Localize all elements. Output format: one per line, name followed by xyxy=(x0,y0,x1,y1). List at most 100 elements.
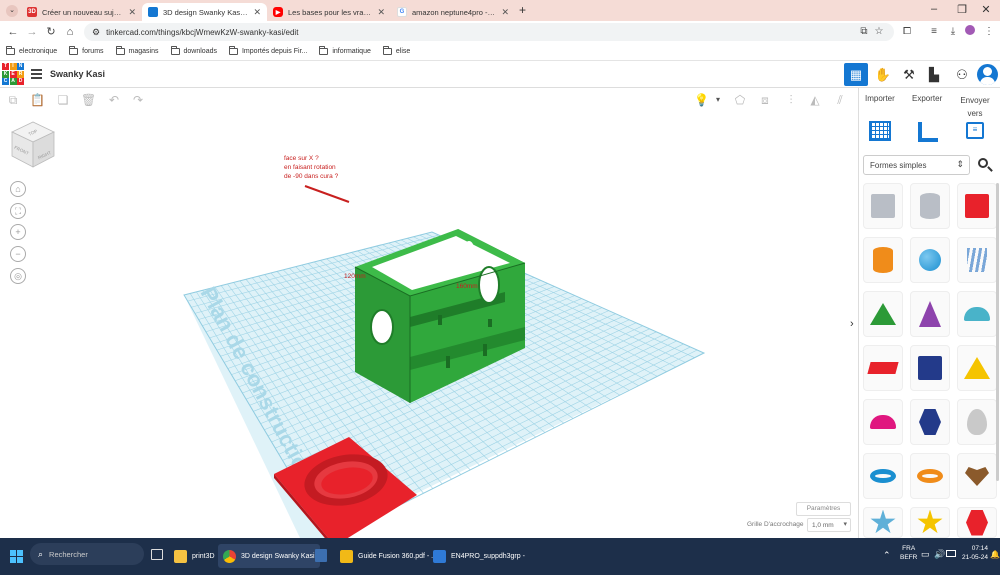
tinkercad-logo[interactable]: TIN KER CAD xyxy=(2,63,24,86)
roof-shape[interactable] xyxy=(863,291,903,337)
language-indicator[interactable]: FRA BEFR xyxy=(900,544,917,562)
workplane-tool-icon[interactable] xyxy=(869,121,891,141)
text-shape[interactable] xyxy=(863,345,903,391)
tab-list-chevron-icon[interactable]: ⌄ xyxy=(6,5,18,17)
browser-tab-forum[interactable]: 3D Créer un nouveau sujet - Forum ✕ xyxy=(21,3,142,21)
copy-icon[interactable]: ⧉ xyxy=(6,93,20,107)
media-icon[interactable]: ≡ xyxy=(927,25,941,39)
new-tab-icon[interactable]: + xyxy=(519,3,526,17)
icosahedron-shape[interactable] xyxy=(957,507,997,538)
taskbar-search-box[interactable]: ⌕ Rechercher xyxy=(30,543,144,565)
search-icon[interactable] xyxy=(976,156,994,174)
align-icon[interactable]: ⫶ xyxy=(784,93,798,107)
import-button[interactable]: Importer xyxy=(865,94,895,103)
show-hidden-icons-chevron-icon[interactable]: ⌃ xyxy=(883,550,891,561)
fit-view-icon[interactable]: ⛶ xyxy=(10,203,26,219)
heart-shape[interactable] xyxy=(957,453,997,499)
polygon-shape[interactable] xyxy=(910,399,950,445)
snap-grid-select[interactable]: 1,0 mm ▾ xyxy=(807,518,851,532)
sphere-shape[interactable] xyxy=(910,237,950,283)
bookmark-star-icon[interactable]: ☆ xyxy=(872,25,886,39)
bookmark-folder[interactable]: downloads xyxy=(170,46,217,55)
half-sphere-shape[interactable] xyxy=(863,399,903,445)
site-info-icon[interactable]: ⚙ xyxy=(92,27,100,38)
windows-start-icon[interactable] xyxy=(10,550,23,563)
minimize-window-icon[interactable]: – xyxy=(920,3,948,15)
bookmark-folder[interactable]: magasins xyxy=(115,46,159,55)
shape-panel-scrollbar[interactable] xyxy=(996,183,999,481)
tab-close-icon[interactable]: ✕ xyxy=(253,7,261,18)
round-roof-shape[interactable] xyxy=(957,291,997,337)
group-icon[interactable]: ⧈ xyxy=(758,93,772,107)
mirror-icon[interactable]: ◭ xyxy=(808,93,822,107)
clock[interactable]: 07:14 21-05-24 xyxy=(950,544,988,562)
profile-avatar-icon[interactable] xyxy=(963,25,977,39)
dropdown-arrow-icon[interactable]: ▾ xyxy=(711,93,725,107)
design-title[interactable]: Swanky Kasi xyxy=(50,69,105,79)
bookmark-folder[interactable]: Importés depuis Fir... xyxy=(228,46,307,55)
star-shape[interactable] xyxy=(863,507,903,538)
design-menu-icon[interactable] xyxy=(31,69,42,79)
paste-icon[interactable]: 📋 xyxy=(30,93,45,107)
blocks-hand-icon[interactable]: ✋ xyxy=(871,63,895,86)
undo-icon[interactable]: ↶ xyxy=(107,93,121,107)
3d-scene[interactable]: Plan de construction face sur X ? en fai… xyxy=(0,112,858,538)
back-icon[interactable]: ← xyxy=(6,25,20,39)
bookmark-folder[interactable]: forums xyxy=(69,46,104,55)
workplane-viewport[interactable]: Plan de construction face sur X ? en fai… xyxy=(0,112,858,538)
export-button[interactable]: Exporter xyxy=(912,94,942,103)
browser-tab-tinkercad[interactable]: 3D design Swanky Kasi - Tinkercad ✕ xyxy=(142,3,267,21)
browser-menu-icon[interactable]: ⋮ xyxy=(982,25,996,39)
paraboloid-shape[interactable] xyxy=(957,399,997,445)
cylinder-shape[interactable] xyxy=(863,237,903,283)
scribble-shape[interactable] xyxy=(957,237,997,283)
bricks-icon[interactable]: ▙ xyxy=(922,63,946,86)
tab-close-icon[interactable]: ✕ xyxy=(128,7,136,18)
home-view-icon[interactable]: ⌂ xyxy=(10,181,26,197)
home-icon[interactable]: ⌂ xyxy=(63,25,77,39)
taskbar-app-ide[interactable]: EN4PRO_suppdh3grp - xyxy=(428,544,530,568)
notifications-icon[interactable]: 🔔 xyxy=(990,550,1000,559)
calculator-icon[interactable] xyxy=(315,549,327,562)
extensions-icon[interactable]: ⧠ xyxy=(900,25,914,39)
light-bulb-icon[interactable]: 💡 xyxy=(694,93,709,107)
tools-icon[interactable]: ⚒ xyxy=(897,63,921,86)
network-icon[interactable]: ▭ xyxy=(921,549,930,560)
forward-icon[interactable]: → xyxy=(25,25,39,39)
torus-shape[interactable] xyxy=(863,453,903,499)
duplicate-icon[interactable]: ❏ xyxy=(56,93,70,107)
zoom-in-icon[interactable]: + xyxy=(10,224,26,240)
tab-close-icon[interactable]: ✕ xyxy=(377,7,385,18)
notes-tool-icon[interactable]: ≡ xyxy=(966,122,984,139)
send-to-button[interactable]: Envoyer vers xyxy=(957,94,993,120)
address-bar[interactable]: ⚙ tinkercad.com/things/kbcjWmewKzW-swank… xyxy=(84,23,894,41)
user-avatar[interactable] xyxy=(977,64,998,85)
bookmark-folder[interactable]: electronique xyxy=(6,46,57,55)
zoom-out-icon[interactable]: − xyxy=(10,246,26,262)
panel-collapse-chevron-icon[interactable]: › xyxy=(850,318,854,330)
cruise-icon[interactable]: ⫽ xyxy=(833,93,847,107)
taskbar-app-chrome[interactable]: 3D design Swanky Kasi xyxy=(218,544,320,568)
reload-icon[interactable]: ↻ xyxy=(44,25,58,39)
box-rotated-shape[interactable] xyxy=(910,345,950,391)
volume-icon[interactable]: 🔊 xyxy=(934,549,945,560)
pyramid-shape[interactable] xyxy=(957,345,997,391)
view-cube[interactable]: TOP FRONT RIGHT xyxy=(11,121,55,168)
install-app-icon[interactable]: ⧉ xyxy=(857,25,871,39)
browser-tab-google[interactable]: G amazon neptune4pro - Recherche ✕ xyxy=(391,3,515,21)
redo-icon[interactable]: ↷ xyxy=(131,93,145,107)
cylinder-striped-shape[interactable] xyxy=(910,183,950,229)
cone-shape[interactable] xyxy=(910,291,950,337)
star-yellow-shape[interactable] xyxy=(910,507,950,538)
downloads-icon[interactable]: ⤓ xyxy=(946,25,960,39)
task-view-icon[interactable] xyxy=(151,549,163,560)
perspective-icon[interactable]: ◎ xyxy=(10,268,26,284)
settings-button[interactable]: Paramètres xyxy=(796,502,851,516)
bookmark-folder[interactable]: elise xyxy=(382,46,410,55)
tab-close-icon[interactable]: ✕ xyxy=(501,7,509,18)
browser-tab-youtube[interactable]: ▶ Les bases pour les vrais débutants ✕ xyxy=(267,3,391,21)
add-user-icon[interactable]: ⚇ xyxy=(950,63,974,86)
ruler-tool-icon[interactable] xyxy=(918,122,938,142)
delete-icon[interactable]: 🗑 xyxy=(81,93,96,107)
tube-shape[interactable] xyxy=(910,453,950,499)
